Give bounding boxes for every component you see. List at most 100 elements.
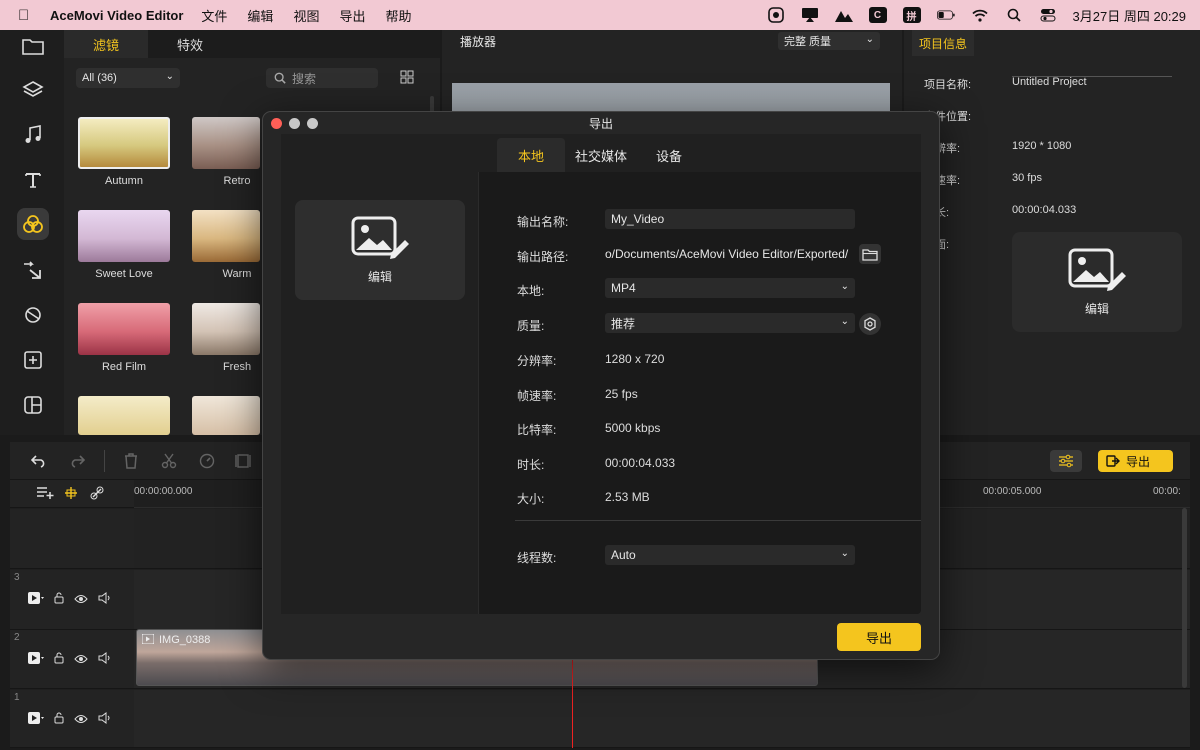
track-header-2: 2 xyxy=(10,630,134,689)
tab-local[interactable]: 本地 xyxy=(497,138,565,172)
quality-settings-button[interactable] xyxy=(859,313,881,335)
link-icon[interactable] xyxy=(90,486,104,503)
tray-app-icon[interactable] xyxy=(767,7,785,23)
track-header-tools xyxy=(10,480,134,508)
elements-add-icon[interactable] xyxy=(17,344,49,376)
transitions-icon[interactable] xyxy=(17,254,49,286)
volume-icon[interactable] xyxy=(98,712,112,727)
toolbar-divider xyxy=(104,450,105,472)
volume-icon[interactable] xyxy=(98,652,112,667)
format-select[interactable]: MP4 ⌄ xyxy=(605,278,855,298)
tab-device[interactable]: 设备 xyxy=(637,138,701,172)
quality-label: 质量: xyxy=(517,319,545,333)
lock-icon[interactable] xyxy=(54,592,64,607)
filter-thumb-warm[interactable] xyxy=(192,210,260,262)
filter-thumb-sweet-love[interactable] xyxy=(78,210,170,262)
tab-project-info[interactable]: 项目信息 xyxy=(912,30,974,56)
visibility-icon[interactable] xyxy=(74,713,88,727)
volume-icon[interactable] xyxy=(98,592,112,607)
menu-view[interactable]: 视图 xyxy=(293,6,319,25)
control-center-icon[interactable] xyxy=(1039,7,1057,23)
filter-thumb[interactable] xyxy=(192,396,260,435)
track-row-1[interactable] xyxy=(134,690,1190,748)
split-screen-icon[interactable] xyxy=(17,389,49,421)
app-name[interactable]: AceMovi Video Editor xyxy=(50,8,183,23)
sliders-icon xyxy=(1059,454,1073,468)
form-divider xyxy=(515,520,921,521)
app-c-icon[interactable]: C xyxy=(868,7,887,23)
filter-category-select[interactable]: All (36) ⌄ xyxy=(76,68,180,88)
wifi-icon[interactable] xyxy=(971,7,989,23)
track-number: 1 xyxy=(14,692,20,703)
player-quality-value: 完整 质量 xyxy=(784,36,832,48)
timeline-export-button[interactable]: 导出 xyxy=(1098,450,1173,472)
menu-export[interactable]: 导出 xyxy=(339,6,365,25)
filter-thumb-red-film[interactable] xyxy=(78,303,170,355)
screen-mirror-icon[interactable] xyxy=(801,7,819,23)
tab-effects[interactable]: 特效 xyxy=(148,30,232,58)
snap-icon[interactable] xyxy=(64,486,78,503)
filter-thumb[interactable] xyxy=(78,396,170,435)
layers-icon[interactable] xyxy=(17,74,49,106)
speed-icon[interactable] xyxy=(198,452,216,470)
output-path-label: 输出路径: xyxy=(517,250,569,264)
export-button[interactable]: 导出 xyxy=(837,623,921,651)
threads-select[interactable]: Auto ⌄ xyxy=(605,545,855,565)
undo-icon[interactable] xyxy=(30,452,48,470)
filter-thumb-retro[interactable] xyxy=(192,117,260,169)
video-track-icon[interactable] xyxy=(28,652,44,667)
redo-icon[interactable] xyxy=(68,452,86,470)
delete-icon[interactable] xyxy=(122,452,140,470)
quality-select[interactable]: 推荐 ⌄ xyxy=(605,313,855,333)
apple-icon[interactable]:  xyxy=(18,7,38,24)
input-method-icon[interactable]: 拼 xyxy=(902,7,921,23)
menu-help[interactable]: 帮助 xyxy=(385,6,411,25)
grid-view-icon[interactable] xyxy=(400,70,414,87)
scissors-icon[interactable] xyxy=(160,452,178,470)
framerate-label: 帧速率: xyxy=(517,389,557,403)
resolution-value: 1920 * 1080 xyxy=(1012,140,1072,152)
clock[interactable]: 3月27日 周四 20:29 xyxy=(1073,6,1186,25)
video-track-icon[interactable] xyxy=(28,592,44,607)
bitrate-label: 比特率: xyxy=(517,423,557,437)
filter-thumb-autumn[interactable] xyxy=(78,117,170,169)
export-cover-edit-button[interactable]: 编辑 xyxy=(295,200,465,300)
tab-social-media[interactable]: 社交媒体 xyxy=(567,138,635,172)
crop-icon[interactable] xyxy=(234,452,252,470)
visibility-icon[interactable] xyxy=(74,593,88,607)
close-icon[interactable] xyxy=(271,118,282,129)
left-toolbar xyxy=(0,30,64,435)
music-icon[interactable] xyxy=(17,119,49,151)
timeline-scrollbar[interactable] xyxy=(1182,508,1187,688)
add-track-icon[interactable] xyxy=(36,486,54,503)
search-icon[interactable] xyxy=(1005,7,1023,23)
size-label: 大小: xyxy=(517,492,545,506)
project-name-value[interactable]: Untitled Project xyxy=(1012,76,1087,88)
effects-icon[interactable] xyxy=(17,299,49,331)
player-quality-select[interactable]: 完整 质量 ⌄ xyxy=(778,32,880,50)
browse-folder-button[interactable] xyxy=(859,244,881,264)
cover-edit-button[interactable]: 编辑 xyxy=(1012,232,1182,332)
visibility-icon[interactable] xyxy=(74,653,88,667)
video-track-icon[interactable] xyxy=(28,712,44,727)
mountain-icon[interactable] xyxy=(834,7,853,23)
menubar:  AceMovi Video Editor 文件 编辑 视图 导出 帮助 C … xyxy=(0,0,1200,30)
output-name-input[interactable]: My_Video xyxy=(605,209,855,229)
duration-value: 00:00:04.033 xyxy=(1012,204,1077,216)
battery-icon[interactable] xyxy=(936,7,955,23)
tab-filters[interactable]: 滤镜 xyxy=(64,30,148,58)
filter-search-input[interactable]: 搜索 xyxy=(266,68,378,88)
lock-icon[interactable] xyxy=(54,712,64,727)
lock-icon[interactable] xyxy=(54,652,64,667)
menu-file[interactable]: 文件 xyxy=(201,6,227,25)
text-icon[interactable] xyxy=(17,164,49,196)
filters-icon[interactable] xyxy=(17,208,49,240)
gear-icon xyxy=(864,317,876,331)
media-folder-icon[interactable] xyxy=(17,30,49,62)
menu-edit[interactable]: 编辑 xyxy=(247,6,273,25)
minimize-icon[interactable] xyxy=(289,118,300,129)
timeline-settings-button[interactable] xyxy=(1050,450,1082,472)
output-path-field[interactable]: o/Documents/AceMovi Video Editor/Exporte… xyxy=(605,244,855,264)
maximize-icon[interactable] xyxy=(307,118,318,129)
filter-thumb-fresh[interactable] xyxy=(192,303,260,355)
